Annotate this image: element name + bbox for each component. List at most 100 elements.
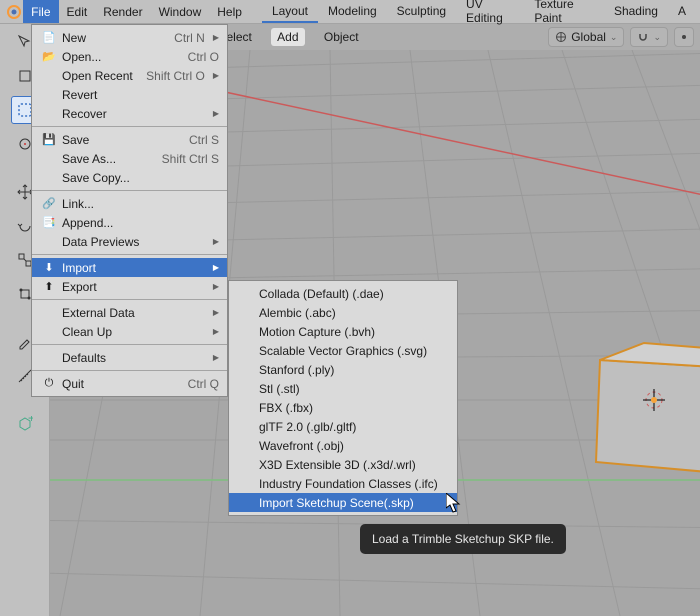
menu-item-label: Save As... <box>62 152 152 166</box>
default-cube[interactable] <box>596 343 700 474</box>
workspace-tab-sculpting[interactable]: Sculpting <box>387 0 456 23</box>
import-submenu[interactable]: Collada (Default) (.dae)Alembic (.abc) Mo… <box>228 280 458 516</box>
menu-item-label: Append... <box>62 216 219 230</box>
file-menu-recover[interactable]: Recover ▶ <box>32 104 227 123</box>
file-menu-save-as-[interactable]: Save As... Shift Ctrl S <box>32 149 227 168</box>
menu-item-label: Defaults <box>62 351 205 365</box>
svg-text:+: + <box>28 416 33 425</box>
submenu-arrow-icon: ▶ <box>213 109 219 118</box>
menubar-edit[interactable]: Edit <box>59 0 96 23</box>
menu-item-label: Wavefront (.obj) <box>259 439 449 453</box>
submenu-arrow-icon: ▶ <box>213 282 219 291</box>
menubar-render[interactable]: Render <box>95 0 150 23</box>
file-menu-append-[interactable]: 📑Append... <box>32 213 227 232</box>
menubar[interactable]: File Edit Render Window Help Layout Mode… <box>0 0 700 24</box>
import-menu-item[interactable]: Import Sketchup Scene(.skp) <box>229 493 457 512</box>
file-menu-save-copy-[interactable]: Save Copy... <box>32 168 227 187</box>
menu-item-label: Save <box>62 133 179 147</box>
menu-item-label: Open... <box>62 50 178 64</box>
viewport-menu-object[interactable]: Object <box>316 28 367 46</box>
import-menu-item[interactable]: Wavefront (.obj) <box>229 436 457 455</box>
menu-item-label: Industry Foundation Classes (.ifc) <box>259 477 449 491</box>
import-menu-item[interactable]: Scalable Vector Graphics (.svg) <box>229 341 457 360</box>
import-menu-item[interactable]: Alembic (.abc) <box>229 303 457 322</box>
file-menu-open-[interactable]: 📂Open...Ctrl O <box>32 47 227 66</box>
file-menu-external-data[interactable]: External Data▶ <box>32 303 227 322</box>
save-icon: 💾 <box>40 133 58 146</box>
import-menu-item[interactable]: Stanford (.ply) <box>229 360 457 379</box>
menu-item-shortcut: Ctrl O <box>188 50 219 64</box>
link-icon: 🔗 <box>40 197 58 210</box>
menu-item-shortcut: Ctrl S <box>189 133 219 147</box>
import-menu-item[interactable]: X3D Extensible 3D (.x3d/.wrl) <box>229 455 457 474</box>
menu-item-shortcut: Ctrl Q <box>188 377 219 391</box>
cursor-icon <box>446 493 462 513</box>
import-menu-item[interactable]: FBX (.fbx) <box>229 398 457 417</box>
menu-item-label: Stanford (.ply) <box>259 363 449 377</box>
workspace-tab-overflow[interactable]: A <box>668 0 696 23</box>
menubar-file[interactable]: File <box>23 0 58 23</box>
workspace-tab-texture-paint[interactable]: Texture Paint <box>524 0 604 23</box>
submenu-arrow-icon: ▶ <box>213 263 219 272</box>
app-logo-icon <box>4 0 23 23</box>
import-menu-item[interactable]: Collada (Default) (.dae) <box>229 284 457 303</box>
file-menu-import[interactable]: ⬇Import▶ <box>32 258 227 277</box>
import-menu-item[interactable]: Industry Foundation Classes (.ifc) <box>229 474 457 493</box>
import-icon: ⬇ <box>40 261 58 274</box>
menu-item-shortcut: Shift Ctrl S <box>162 152 219 166</box>
magnet-icon <box>637 31 649 43</box>
menu-item-label: Link... <box>62 197 219 211</box>
workspace-tab-shading[interactable]: Shading <box>604 0 668 23</box>
workspace-tab-layout[interactable]: Layout <box>262 0 318 23</box>
viewport-menu-add[interactable]: Add <box>271 28 304 46</box>
chevron-down-icon: ⌄ <box>610 32 618 43</box>
submenu-arrow-icon: ▶ <box>213 353 219 362</box>
file-menu-revert[interactable]: Revert <box>32 85 227 104</box>
snapping-dropdown[interactable]: ⌄ <box>630 27 668 47</box>
tool-addcube-button[interactable]: + <box>11 410 39 438</box>
submenu-arrow-icon: ▶ <box>213 33 219 42</box>
file-menu-quit[interactable]: ⏻QuitCtrl Q <box>32 374 227 393</box>
file-menu[interactable]: 📄NewCtrl N▶📂Open...Ctrl OOpen RecentShif… <box>31 24 228 397</box>
workspace-tabs: Layout Modeling Sculpting UV Editing Tex… <box>262 0 696 23</box>
submenu-arrow-icon: ▶ <box>213 71 219 80</box>
menu-item-label: X3D Extensible 3D (.x3d/.wrl) <box>259 458 449 472</box>
menu-item-label: New <box>62 31 164 45</box>
menu-item-label: Save Copy... <box>62 171 219 185</box>
submenu-arrow-icon: ▶ <box>213 308 219 317</box>
workspace-tab-uv-editing[interactable]: UV Editing <box>456 0 524 23</box>
dot-icon <box>679 32 689 42</box>
menu-item-label: Revert <box>62 88 219 102</box>
import-menu-item[interactable]: glTF 2.0 (.glb/.gltf) <box>229 417 457 436</box>
menu-item-label: Data Previews <box>62 235 205 249</box>
file-menu-clean-up[interactable]: Clean Up▶ <box>32 322 227 341</box>
file-menu-open-recent[interactable]: Open RecentShift Ctrl O▶ <box>32 66 227 85</box>
file-menu-save[interactable]: 💾 Save Ctrl S <box>32 130 227 149</box>
header-extra-icon[interactable] <box>674 27 694 47</box>
new-icon: 📄 <box>40 31 58 44</box>
tooltip: Load a Trimble Sketchup SKP file. <box>360 524 566 554</box>
import-menu-item[interactable]: Motion Capture (.bvh) <box>229 322 457 341</box>
menu-item-label: FBX (.fbx) <box>259 401 449 415</box>
menu-item-label: Stl (.stl) <box>259 382 449 396</box>
transform-orientation-dropdown[interactable]: Global ⌄ <box>548 27 624 47</box>
header-right: Global ⌄ ⌄ <box>542 24 700 50</box>
file-menu-defaults[interactable]: Defaults ▶ <box>32 348 227 367</box>
menu-item-label: Import Sketchup Scene(.skp) <box>259 496 449 510</box>
menu-item-label: Open Recent <box>62 69 136 83</box>
file-menu-new[interactable]: 📄NewCtrl N▶ <box>32 28 227 47</box>
file-menu-export[interactable]: ⬆Export▶ <box>32 277 227 296</box>
menubar-help[interactable]: Help <box>209 0 250 23</box>
export-icon: ⬆ <box>40 280 58 293</box>
file-menu-link-[interactable]: 🔗 Link... <box>32 194 227 213</box>
workspace-tab-modeling[interactable]: Modeling <box>318 0 387 23</box>
transform-orientation-label: Global <box>571 30 606 44</box>
menu-item-label: Motion Capture (.bvh) <box>259 325 449 339</box>
globe-icon <box>555 31 567 43</box>
submenu-arrow-icon: ▶ <box>213 237 219 246</box>
menu-item-label: Recover <box>62 107 205 121</box>
file-menu-data-previews[interactable]: Data Previews ▶ <box>32 232 227 251</box>
menubar-window[interactable]: Window <box>151 0 210 23</box>
import-menu-item[interactable]: Stl (.stl) <box>229 379 457 398</box>
menu-item-label: Scalable Vector Graphics (.svg) <box>259 344 449 358</box>
